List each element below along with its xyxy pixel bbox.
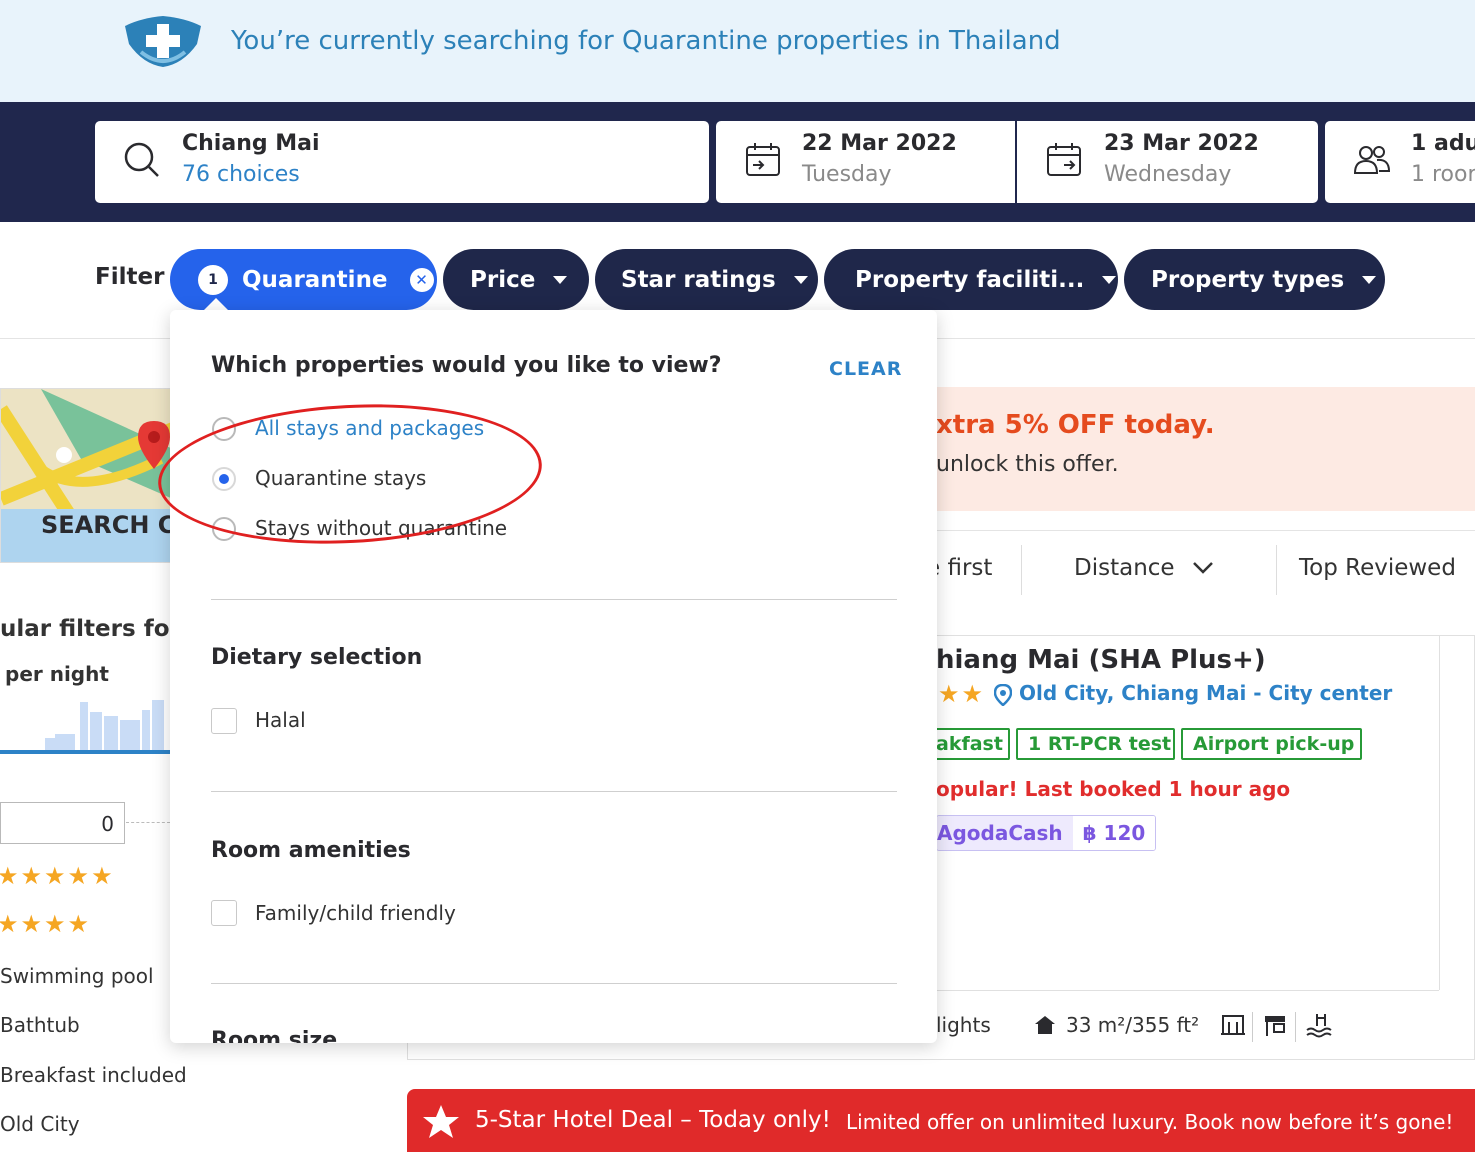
five-star-filter[interactable]: ★★★★★	[0, 862, 115, 890]
promo-subtitle: unlock this offer.	[936, 452, 1119, 477]
filter-breakfast-included[interactable]: Breakfast included	[0, 1063, 187, 1087]
sort-separator	[1276, 545, 1277, 595]
map-preview[interactable]: SEARCH C	[0, 388, 172, 563]
room-size-section-title: Room size	[211, 1028, 338, 1043]
panel-divider	[211, 983, 897, 984]
min-price-input[interactable]: 0	[0, 802, 125, 844]
icon-separator	[1252, 1012, 1253, 1042]
destination-box[interactable]: Chiang Mai 76 choices	[95, 121, 709, 203]
property-facilities-filter-label: Property faciliti...	[855, 266, 1085, 293]
panel-question: Which properties would you like to view?	[211, 353, 722, 378]
promo-title: xtra 5% OFF today.	[936, 410, 1215, 440]
room-size: 33 m²/355 ft²	[1066, 1013, 1200, 1037]
sort-option-top-reviewed[interactable]: Top Reviewed	[1299, 555, 1456, 581]
price-filter-label: Price	[470, 266, 536, 293]
banner-text: You’re currently searching for Quarantin…	[231, 26, 1061, 56]
card-column-divider	[1439, 636, 1440, 990]
swimming-pool-icon	[1306, 1014, 1332, 1038]
search-icon	[124, 142, 159, 177]
sort-bar-top	[936, 530, 1475, 531]
room-size-icon	[1035, 1016, 1055, 1034]
price-histogram	[0, 700, 170, 754]
agoda-cash-badge: AgodaCash ฿ 120	[936, 815, 1157, 851]
option-family-friendly-label[interactable]: Family/child friendly	[255, 901, 456, 925]
guests-box[interactable]: 1 adul 1 roor	[1325, 121, 1475, 203]
filter-old-city[interactable]: Old City	[0, 1112, 80, 1136]
filter-bathtub[interactable]: Bathtub	[0, 1013, 80, 1037]
tag-airport-pickup: Airport pick-up	[1181, 728, 1362, 760]
tag-rt-pcr-test: 1 RT-PCR test	[1016, 728, 1175, 760]
panel-divider	[211, 599, 897, 600]
front-desk-icon	[1265, 1016, 1285, 1036]
chevron-down-icon	[1362, 275, 1377, 284]
calendar-checkout-icon	[1047, 143, 1081, 176]
card-footer-divider	[936, 990, 1439, 991]
icon-separator	[1295, 1012, 1296, 1042]
price-range-dash	[126, 822, 170, 823]
checkin-box[interactable]: 22 Mar 2022 Tuesday	[716, 121, 1015, 203]
amenities-section-title: Room amenities	[211, 838, 411, 863]
deal-subtitle: Limited offer on unlimited luxury. Book …	[846, 1110, 1454, 1134]
option-halal-label[interactable]: Halal	[255, 708, 306, 732]
hotel-name[interactable]: hiang Mai (SHA Plus+)	[936, 645, 1266, 675]
guests-count: 1 adul	[1411, 131, 1475, 156]
checkout-date: 23 Mar 2022	[1104, 131, 1259, 156]
checkbox-halal[interactable]	[211, 708, 237, 734]
price-filter-pill[interactable]: Price	[443, 249, 589, 310]
property-types-filter-pill[interactable]: Property types	[1124, 249, 1385, 310]
calendar-checkin-icon	[746, 143, 780, 176]
building-icon	[1221, 1015, 1245, 1035]
property-types-filter-label: Property types	[1151, 266, 1345, 293]
chevron-down-icon	[1102, 275, 1117, 284]
hotel-location[interactable]: Old City, Chiang Mai - City center	[1019, 681, 1392, 705]
deal-title: 5-Star Hotel Deal – Today only!	[475, 1107, 831, 1133]
checkout-box[interactable]: 23 Mar 2022 Wednesday	[1017, 121, 1318, 203]
panel-divider	[211, 791, 897, 792]
chevron-down-icon	[793, 275, 808, 284]
map-search-label: SEARCH C	[41, 511, 172, 539]
checkin-date: 22 Mar 2022	[802, 131, 957, 156]
destination-choices: 76 choices	[182, 162, 300, 187]
tag-breakfast: akfast	[926, 728, 1010, 760]
highlights-label: lights	[936, 1013, 991, 1037]
min-price-value: 0	[101, 812, 114, 836]
property-facilities-filter-pill[interactable]: Property faciliti...	[824, 249, 1118, 310]
booking-urgency: opular! Last booked 1 hour ago	[936, 777, 1291, 801]
checkout-day: Wednesday	[1104, 162, 1232, 187]
star-icon	[423, 1105, 459, 1138]
four-star-filter[interactable]: ★★★★	[0, 910, 91, 938]
promo-banner[interactable]	[936, 387, 1475, 511]
hotel-star-rating: ★★	[938, 680, 986, 708]
sort-separator	[1021, 545, 1022, 595]
location-pin-icon	[994, 684, 1012, 706]
star-ratings-filter-pill[interactable]: Star ratings	[595, 249, 818, 310]
chevron-down-icon	[553, 275, 568, 284]
filter-label: Filter	[95, 264, 165, 290]
sort-distance-label: Distance	[1074, 555, 1175, 581]
dietary-section-title: Dietary selection	[211, 645, 423, 670]
destination-name: Chiang Mai	[182, 131, 320, 156]
star-ratings-filter-label: Star ratings	[621, 266, 776, 293]
medical-mask-icon	[125, 16, 201, 67]
filter-count-badge: 1	[198, 264, 228, 295]
quarantine-filter-label: Quarantine	[242, 266, 388, 293]
checkbox-family-friendly[interactable]	[211, 900, 237, 926]
rooms-count: 1 roor	[1411, 162, 1475, 187]
chevron-down-icon	[1193, 562, 1213, 574]
guests-icon	[1353, 146, 1391, 174]
agoda-cash-value: ฿ 120	[1072, 816, 1156, 850]
checkin-day: Tuesday	[802, 162, 892, 187]
filter-swimming-pool[interactable]: Swimming pool	[0, 964, 154, 988]
clear-filter-icon[interactable]: ✕	[409, 267, 434, 292]
agoda-cash-label: AgodaCash	[937, 816, 1073, 850]
per-night-label: per night	[5, 662, 109, 686]
sort-option-distance[interactable]: Distance	[1074, 555, 1214, 581]
clear-button[interactable]: CLEAR	[829, 358, 902, 380]
